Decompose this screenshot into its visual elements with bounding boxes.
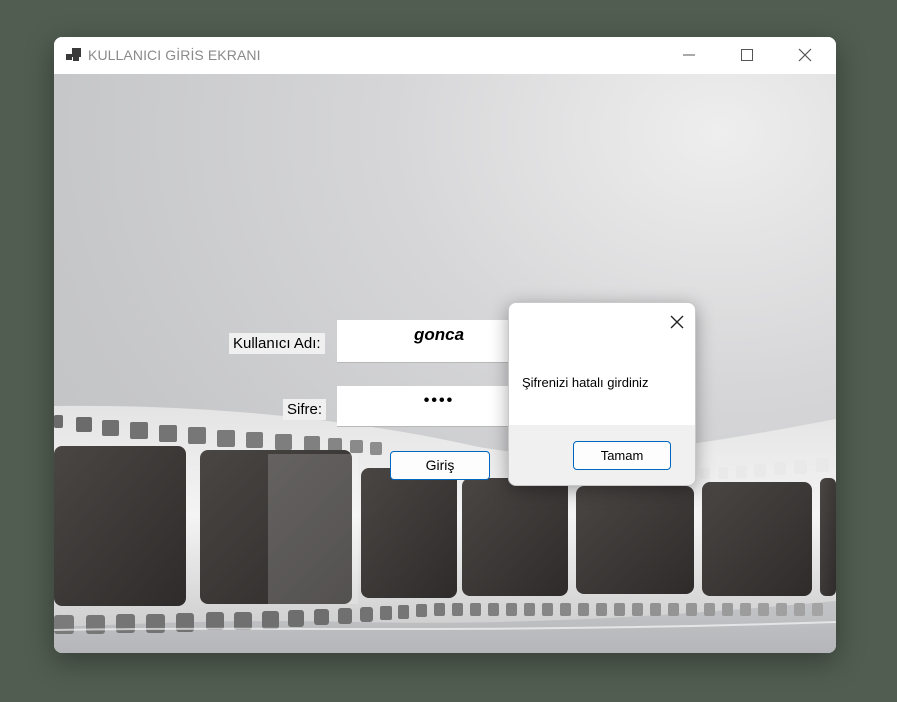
close-icon [670,315,684,329]
error-message-dialog: Şifrenizi hatalı girdiniz Tamam [508,302,696,486]
title-bar[interactable]: KULLANICI GİRİS EKRANI [54,37,836,74]
dialog-message: Şifrenizi hatalı girdiniz [522,375,649,390]
close-icon [798,48,812,62]
window-title: KULLANICI GİRİS EKRANI [88,47,261,63]
minimize-icon [683,54,695,56]
login-button[interactable]: Giriş [390,451,490,480]
login-window: KULLANICI GİRİS EKRANI Kullanıcı Adı: go… [54,37,836,653]
ok-button[interactable]: Tamam [573,441,671,470]
film-strip-graphic [54,405,836,653]
password-label: Sifre: [283,399,327,420]
dialog-footer: Tamam [509,425,695,485]
maximize-button[interactable] [724,37,770,74]
app-icon [66,48,82,62]
minimize-button[interactable] [666,37,712,74]
close-button[interactable] [782,37,828,74]
maximize-icon [741,49,753,61]
dialog-close-button[interactable] [661,307,695,337]
background-film-image: Kullanıcı Adı: gonca Sifre: •••• Giriş [54,74,836,653]
username-label: Kullanıcı Adı: [229,333,325,354]
